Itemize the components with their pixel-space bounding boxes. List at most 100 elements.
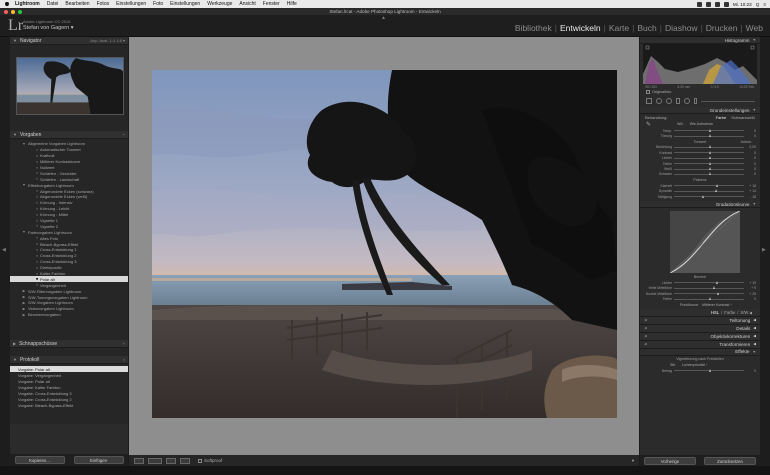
module-bibliothek[interactable]: Bibliothek — [512, 23, 555, 33]
paste-settings-button[interactable]: Einfügen — [73, 456, 124, 464]
minimize-window-button[interactable] — [11, 9, 15, 14]
module-diashow[interactable]: Diashow — [662, 23, 701, 33]
left-panel-toggle[interactable]: ◀ — [0, 37, 10, 466]
slider-track[interactable] — [674, 156, 744, 160]
tone-curve-graph[interactable] — [670, 211, 740, 274]
module-karte[interactable]: Karte — [606, 23, 632, 33]
slider-value[interactable]: + 14 — [744, 189, 756, 193]
slider-knob[interactable] — [709, 156, 711, 160]
slider-value[interactable]: + 18 — [744, 184, 756, 188]
slider-value[interactable]: 0 — [744, 172, 756, 176]
folder-toggle-icon[interactable]: ▶ — [20, 289, 28, 293]
folder-toggle-icon[interactable]: ▶ — [20, 295, 28, 299]
menu-item[interactable]: Werkzeuge — [207, 1, 232, 7]
module-drucken[interactable]: Drucken — [703, 23, 741, 33]
module-entwickeln[interactable]: Entwickeln — [557, 23, 604, 33]
slider-value[interactable]: + 19 — [744, 281, 756, 285]
hsl-tab[interactable]: Farbe — [724, 310, 735, 315]
status-icon[interactable] — [696, 1, 702, 7]
slider-value[interactable]: 0,00 — [744, 145, 756, 149]
slider-knob[interactable] — [709, 145, 711, 149]
slider-track[interactable] — [674, 172, 744, 176]
basic-header[interactable]: Grundeinstellungen ▼ — [640, 107, 760, 114]
toolbar-menu-icon[interactable]: ▼ — [631, 458, 635, 463]
treatment-bw-option[interactable]: Schwarzweiß — [731, 115, 755, 120]
folder-toggle-icon[interactable]: ▶ — [20, 307, 28, 311]
slider-knob[interactable] — [709, 134, 711, 138]
notification-icon[interactable]: ≡ — [763, 2, 766, 7]
histogram-header[interactable]: Histogramm ▼ — [640, 37, 760, 44]
slider-track[interactable] — [674, 161, 744, 165]
hsl-header[interactable]: HSL / Farbe / S/W ◀ — [640, 308, 760, 317]
swap-settings-icon[interactable] — [180, 457, 190, 464]
auto-tone-button[interactable]: Autom. — [741, 139, 752, 145]
style-dropdown[interactable]: Lichterpriorität ÷ — [682, 363, 708, 367]
softproof-toggle[interactable]: Softproof — [198, 458, 222, 463]
shadow-clipping-icon[interactable] — [645, 45, 650, 50]
menu-item[interactable]: Fotos — [97, 1, 110, 7]
slider-knob[interactable] — [709, 172, 711, 176]
slider-knob[interactable] — [709, 161, 711, 165]
folder-toggle-icon[interactable]: ▶ — [20, 301, 28, 305]
wifi-icon[interactable] — [714, 1, 720, 7]
slider-track[interactable] — [674, 134, 744, 138]
highlight-clipping-icon[interactable] — [750, 45, 755, 50]
treatment-color-option[interactable]: Farbe — [716, 115, 726, 120]
apple-icon[interactable] — [4, 1, 10, 7]
module-web[interactable]: Web — [743, 23, 766, 33]
battery-icon[interactable] — [723, 1, 729, 7]
panel-header-collapsed[interactable]: ◀ Objektivkorrekturen ◀ — [640, 332, 760, 341]
slider-track[interactable] — [674, 150, 744, 154]
slider-track[interactable] — [674, 194, 744, 198]
crop-tool-icon[interactable] — [646, 98, 652, 104]
slider-track[interactable] — [674, 286, 744, 290]
menu-item[interactable]: Ansicht — [239, 1, 255, 7]
identity-plate-user[interactable]: Stefan von Gagern ▾ — [23, 25, 73, 31]
navigator-header[interactable]: ▼ Navigator Anp. Ausf. 1:1 1:8 ▾ — [10, 37, 128, 45]
slider-track[interactable] — [674, 183, 744, 187]
slider-knob[interactable] — [709, 128, 711, 132]
slider-value[interactable]: 0 — [744, 151, 756, 155]
slider-value[interactable]: 0 — [744, 134, 756, 138]
preset-folder[interactable]: ▶ Benutzervorgaben — [10, 312, 128, 318]
reset-button[interactable]: Zurücksetzen — [704, 456, 756, 465]
menu-item[interactable]: Lightroom — [15, 1, 40, 7]
clear-history-icon[interactable]: × — [123, 357, 125, 362]
menu-item[interactable]: Datei — [47, 1, 59, 7]
slider-knob[interactable] — [709, 167, 711, 171]
clock-text[interactable]: Mi. 10:23 — [733, 2, 752, 7]
slider-knob[interactable] — [709, 297, 711, 301]
slider-value[interactable]: + 25 — [744, 292, 756, 296]
slider-knob[interactable] — [714, 189, 717, 193]
copy-settings-button[interactable]: Kopieren... — [14, 456, 65, 464]
slider-value[interactable]: 0 — [744, 297, 756, 301]
menu-item[interactable]: Fenster — [263, 1, 280, 7]
softproof-checkbox[interactable] — [198, 458, 202, 463]
folder-toggle-icon[interactable]: ▶ — [20, 313, 28, 317]
slider-knob[interactable] — [716, 183, 718, 187]
slider-value[interactable]: 0 — [744, 162, 756, 166]
history-item[interactable]: Vorgabe: Bleach-Bypass-Effekt — [10, 402, 128, 408]
red-eye-icon[interactable] — [666, 98, 672, 104]
slider-value[interactable]: 0 — [744, 167, 756, 171]
slider-track[interactable] — [674, 189, 744, 193]
add-snapshot-icon[interactable]: + — [123, 341, 125, 346]
spotlight-icon[interactable]: Q — [756, 2, 760, 7]
navigator-thumbnail[interactable] — [16, 57, 124, 115]
slider-value[interactable]: + 9 — [744, 286, 756, 290]
slider-value[interactable]: - 18 — [744, 195, 756, 199]
original-photo-checkbox[interactable] — [646, 90, 650, 94]
panel-header-collapsed[interactable]: ◀ Details ◀ — [640, 324, 760, 333]
presets-header[interactable]: ▼ Vorgaben + — [10, 131, 128, 139]
module-buch[interactable]: Buch — [634, 23, 659, 33]
folder-toggle-icon[interactable]: ▼ — [20, 230, 28, 234]
collapse-top-panel-icon[interactable]: ▲ — [381, 15, 386, 21]
menu-item[interactable]: Einstellungen — [116, 1, 146, 7]
tonecurve-header[interactable]: Gradationskurve ▼ — [640, 201, 760, 209]
slider-track[interactable] — [674, 291, 744, 295]
menu-item[interactable]: Einstellungen — [170, 1, 200, 7]
effects-header[interactable]: Effekte ▼ — [640, 348, 760, 356]
panel-header-collapsed[interactable]: ◀ Teiltonung ◀ — [640, 316, 760, 325]
adjustment-brush-icon[interactable] — [694, 98, 697, 104]
slider-value[interactable]: 0 — [744, 129, 756, 133]
